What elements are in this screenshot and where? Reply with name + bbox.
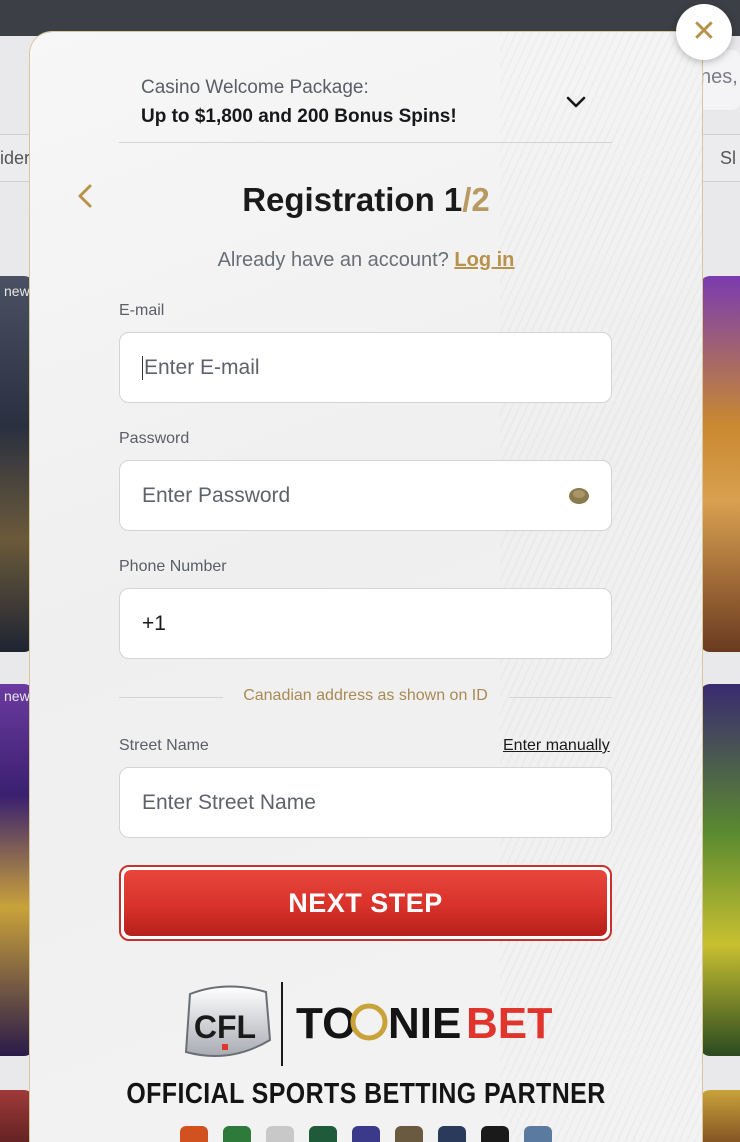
team-logo bbox=[180, 1126, 208, 1142]
team-logo bbox=[352, 1126, 380, 1142]
team-logo bbox=[223, 1126, 251, 1142]
brand-part1: TO bbox=[296, 999, 356, 1048]
text-caret bbox=[142, 355, 143, 380]
background-topbar bbox=[0, 0, 740, 36]
title-text: Registration 1 bbox=[242, 181, 463, 218]
eye-icon[interactable] bbox=[567, 485, 591, 507]
partner-logo: CFL TO NIE BET bbox=[184, 982, 552, 1066]
phone-value: +1 bbox=[142, 611, 166, 635]
background-search-text: nes, bbox=[700, 66, 738, 88]
page-title: Registration 1/2 bbox=[0, 181, 732, 219]
team-logo bbox=[438, 1126, 466, 1142]
background-new-badge: new bbox=[4, 688, 30, 704]
address-separator-text: Canadian address as shown on ID bbox=[243, 687, 488, 704]
next-step-button-face: NEXT STEP bbox=[124, 870, 607, 936]
login-link[interactable]: Log in bbox=[454, 249, 514, 271]
background-game-tile bbox=[700, 1090, 740, 1142]
cfl-text: CFL bbox=[194, 1009, 256, 1045]
team-logo bbox=[395, 1126, 423, 1142]
phone-label: Phone Number bbox=[119, 558, 227, 575]
team-logo bbox=[309, 1126, 337, 1142]
close-button[interactable]: ✕ bbox=[676, 4, 732, 60]
brand-part3: BET bbox=[466, 999, 552, 1048]
team-logo bbox=[524, 1126, 552, 1142]
separator-line bbox=[509, 697, 612, 698]
next-step-button[interactable]: NEXT STEP bbox=[119, 865, 612, 941]
background-game-tile bbox=[0, 1090, 34, 1142]
login-prompt-line: Already have an account? Log in bbox=[0, 249, 732, 272]
team-logo bbox=[266, 1126, 294, 1142]
login-prompt: Already have an account? bbox=[217, 249, 449, 271]
title-step-total: /2 bbox=[462, 181, 490, 218]
close-x-icon: ✕ bbox=[691, 15, 717, 48]
background-tab-left: ider bbox=[0, 148, 31, 168]
password-label: Password bbox=[119, 430, 190, 447]
background-game-tile bbox=[700, 684, 740, 1056]
brand-part2: NIE bbox=[388, 999, 461, 1048]
chevron-down-icon[interactable] bbox=[564, 90, 588, 114]
cfl-logo: CFL bbox=[184, 985, 272, 1057]
next-step-label: NEXT STEP bbox=[288, 887, 443, 918]
address-separator: Canadian address as shown on ID bbox=[119, 686, 612, 708]
promo-value: Up to $1,800 and 200 Bonus Spins! bbox=[141, 106, 457, 127]
coin-icon bbox=[350, 1003, 388, 1041]
email-field[interactable]: Enter E-mail bbox=[119, 332, 612, 403]
partner-tagline: OFFICIAL SPORTS BETTING PARTNER bbox=[126, 1078, 606, 1110]
tooniebet-logo: TO NIE BET bbox=[296, 999, 552, 1048]
background-game-tile bbox=[700, 276, 740, 652]
street-placeholder: Enter Street Name bbox=[142, 790, 316, 814]
street-field[interactable]: Enter Street Name bbox=[119, 767, 612, 838]
street-label: Street Name bbox=[119, 737, 209, 754]
password-placeholder: Enter Password bbox=[142, 483, 291, 507]
password-field[interactable]: Enter Password bbox=[119, 460, 612, 531]
logo-divider bbox=[281, 982, 283, 1066]
enter-manually-link[interactable]: Enter manually bbox=[503, 737, 610, 755]
phone-field[interactable]: +1 bbox=[119, 588, 612, 659]
email-placeholder: Enter E-mail bbox=[144, 355, 260, 379]
background-game-tile bbox=[0, 684, 34, 1056]
team-logos-row bbox=[180, 1126, 552, 1142]
promo-label: Casino Welcome Package: bbox=[141, 77, 369, 98]
email-label: E-mail bbox=[119, 302, 165, 319]
team-logo bbox=[481, 1126, 509, 1142]
promo-divider bbox=[119, 142, 612, 143]
background-new-badge: new bbox=[4, 283, 30, 299]
background-tab-right: Sl bbox=[720, 148, 737, 168]
background-game-tile bbox=[0, 276, 34, 652]
